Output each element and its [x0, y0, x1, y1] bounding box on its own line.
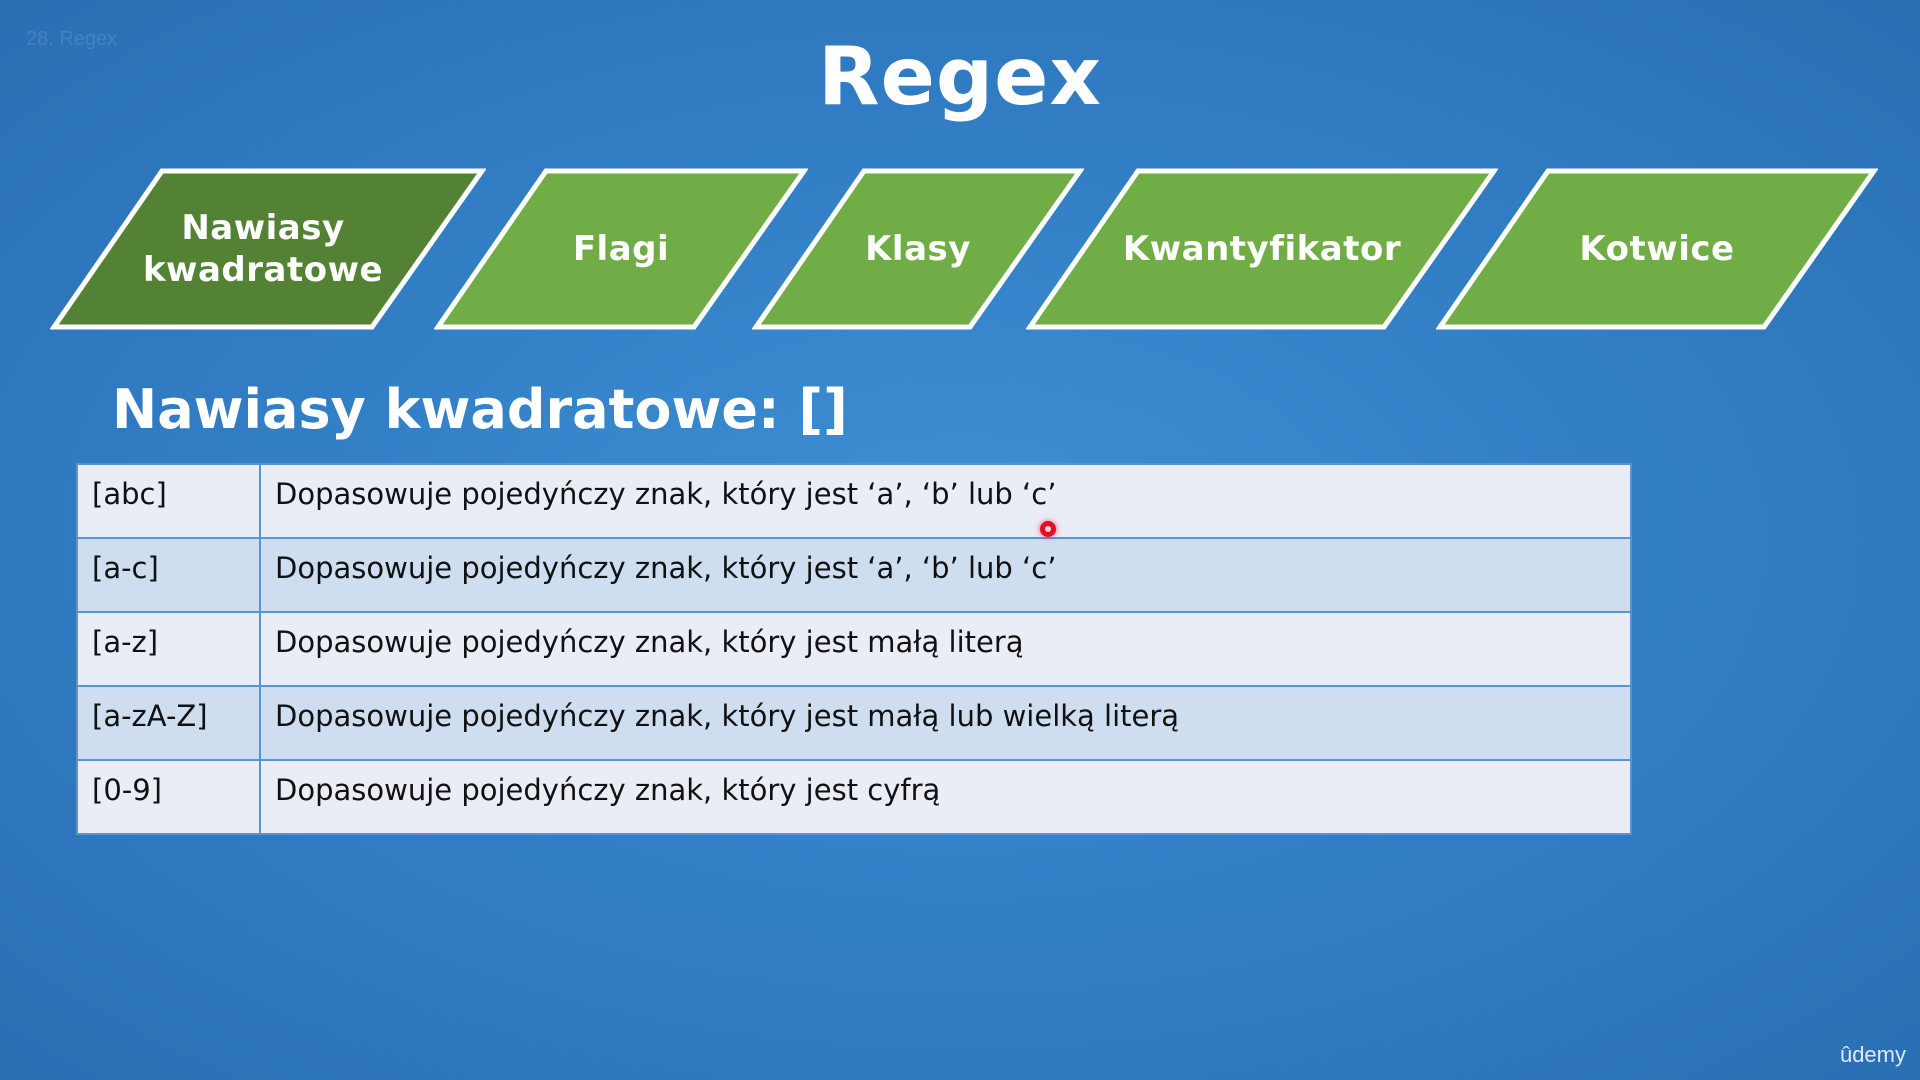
pattern-cell: [0-9] — [76, 759, 261, 835]
section-heading: Nawiasy kwadratowe: [] — [112, 378, 848, 441]
table-row: [0-9] Dopasowuje pojedyńczy znak, który … — [76, 759, 1632, 835]
regex-table: [abc] Dopasowuje pojedyńczy znak, który … — [76, 463, 1632, 835]
table-row: [a-z] Dopasowuje pojedyńczy znak, który … — [76, 611, 1632, 687]
topic-tabs: Nawiasy kwadratowe Flagi Klasy Kwantyfika… — [0, 0, 1920, 340]
tab-kwantyfikator[interactable]: Kwantyfikator — [1026, 168, 1498, 330]
description-cell: Dopasowuje pojedyńczy znak, który jest ‘… — [259, 537, 1632, 613]
table-row: [a-c] Dopasowuje pojedyńczy znak, który … — [76, 537, 1632, 613]
table-row: [abc] Dopasowuje pojedyńczy znak, który … — [76, 463, 1632, 539]
tab-label: Kwantyfikator — [1122, 229, 1402, 269]
tab-label: Kotwice — [1579, 229, 1735, 269]
description-cell: Dopasowuje pojedyńczy znak, który jest c… — [259, 759, 1632, 835]
tab-nawiasy-kwadratowe[interactable]: Nawiasy kwadratowe — [50, 168, 486, 330]
description-cell: Dopasowuje pojedyńczy znak, który jest ‘… — [259, 463, 1632, 539]
pattern-cell: [a-z] — [76, 611, 261, 687]
pointer-dot-icon — [1040, 521, 1056, 537]
udemy-logo: ûdemy — [1839, 1042, 1906, 1067]
pattern-cell: [abc] — [76, 463, 261, 539]
pattern-cell: [a-zA-Z] — [76, 685, 261, 761]
tab-label: Nawiasy kwadratowe — [142, 208, 384, 290]
pattern-cell: [a-c] — [76, 537, 261, 613]
description-cell: Dopasowuje pojedyńczy znak, który jest m… — [259, 611, 1632, 687]
tab-kotwice[interactable]: Kotwice — [1436, 168, 1878, 330]
table-row: [a-zA-Z] Dopasowuje pojedyńczy znak, któ… — [76, 685, 1632, 761]
description-cell: Dopasowuje pojedyńczy znak, który jest m… — [259, 685, 1632, 761]
